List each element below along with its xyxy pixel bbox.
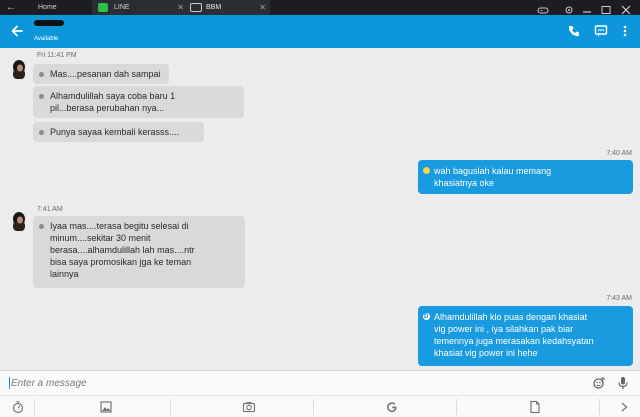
tab-bbm-label: BBM xyxy=(206,4,222,11)
incoming-message[interactable]: Punya sayaa kembali kerasss.... xyxy=(33,122,204,142)
message-timestamp: 7:43 AM xyxy=(606,295,632,302)
message-text: Alhamdulillah klo puas dengan khasiat xyxy=(434,312,588,322)
message-text: Iyaa mas....terasa begitu selesai di xyxy=(50,221,189,231)
outgoing-message[interactable]: wah baguslah kalau memang khasiatnya oke xyxy=(418,160,633,194)
timer-icon[interactable] xyxy=(11,400,25,414)
attachment-toolbar xyxy=(0,395,640,417)
message-text: Mas....pesanan dah sampai xyxy=(50,69,161,79)
tab-line[interactable]: LINE ✕ xyxy=(92,0,188,15)
contact-avatar[interactable] xyxy=(10,210,28,232)
contact-status: Available xyxy=(34,36,59,42)
maximize-icon[interactable] xyxy=(600,2,612,14)
message-timestamp: 7:40 AM xyxy=(606,150,632,157)
message-text: Alhamdulillah saya coba baru 1 xyxy=(50,91,176,101)
message-text: pil...berasa perubahan nya... xyxy=(50,103,165,113)
contact-avatar[interactable] xyxy=(10,58,28,80)
message-text: vig power ini , iya silahkan pak biar xyxy=(434,324,574,334)
message-input[interactable] xyxy=(11,375,571,391)
tab-home[interactable]: Home xyxy=(20,0,92,15)
toolbar-divider xyxy=(34,399,35,415)
delivery-dot-icon xyxy=(39,130,44,135)
window-close-icon[interactable] xyxy=(620,2,632,15)
settings-icon[interactable] xyxy=(563,2,575,14)
file-icon[interactable] xyxy=(528,400,542,414)
toolbar-divider xyxy=(599,399,600,415)
chat-options-icon[interactable] xyxy=(594,24,608,38)
more-vert-icon[interactable] xyxy=(618,24,632,38)
message-composer xyxy=(0,370,640,395)
window-tab-bar: ← Home LINE ✕ BBM ✕ xyxy=(0,0,640,15)
phone-icon[interactable] xyxy=(567,24,581,38)
status-emoji-icon xyxy=(423,167,430,174)
message-list[interactable]: Fri 11:41 PM Mas....pesanan dah sampai A… xyxy=(0,48,640,370)
message-text: khasiatnya oke xyxy=(434,178,495,188)
delivered-d-icon xyxy=(423,311,430,323)
message-timestamp: Fri 11:41 PM xyxy=(37,52,77,59)
delivery-dot-icon xyxy=(39,72,44,77)
toolbar-divider xyxy=(456,399,457,415)
outgoing-message[interactable]: Alhamdulillah klo puas dengan khasiat vi… xyxy=(418,306,633,366)
incoming-message[interactable]: Alhamdulillah saya coba baru 1 pil...ber… xyxy=(33,86,244,118)
message-text: Punya sayaa kembali kerasss.... xyxy=(50,127,180,137)
bbm-app-icon xyxy=(190,3,202,12)
close-icon[interactable]: ✕ xyxy=(259,0,266,15)
gamepad-icon[interactable] xyxy=(537,2,549,14)
camera-icon[interactable] xyxy=(242,400,256,414)
chat-header: Available xyxy=(0,15,640,48)
tab-line-label: LINE xyxy=(114,4,130,11)
delivery-dot-icon xyxy=(39,224,44,229)
message-text: berasa....alhamdulillah lah mas....ntr xyxy=(50,245,195,255)
text-cursor xyxy=(9,377,10,389)
google-icon[interactable] xyxy=(385,400,399,414)
toolbar-divider xyxy=(170,399,171,415)
contact-name-redacted[interactable] xyxy=(34,17,66,27)
chevron-right-icon[interactable] xyxy=(617,400,631,414)
incoming-message[interactable]: Mas....pesanan dah sampai xyxy=(33,64,169,84)
incoming-message[interactable]: Iyaa mas....terasa begitu selesai di min… xyxy=(33,216,245,288)
message-text: minum....sekitar 30 menit xyxy=(50,233,151,243)
back-arrow-icon[interactable] xyxy=(9,23,25,39)
emoji-icon[interactable] xyxy=(592,376,606,390)
delivery-dot-icon xyxy=(39,94,44,99)
close-icon[interactable]: ✕ xyxy=(177,0,184,15)
message-text: temennya juga merasakan kedahsyatan xyxy=(434,336,594,346)
message-timestamp: 7:41 AM xyxy=(37,206,63,213)
message-text: wah baguslah kalau memang xyxy=(434,166,552,176)
window-back-icon[interactable]: ← xyxy=(6,0,16,15)
microphone-icon[interactable] xyxy=(616,376,630,390)
message-text: bisa saya promosikan jga ke teman xyxy=(50,257,192,267)
minimize-icon[interactable] xyxy=(581,2,593,13)
line-app-icon xyxy=(98,3,108,12)
image-icon[interactable] xyxy=(99,400,113,414)
tab-bbm[interactable]: BBM ✕ xyxy=(184,0,270,15)
toolbar-divider xyxy=(313,399,314,415)
message-text: khasiat vig power ini hehe xyxy=(434,348,538,358)
tab-home-label: Home xyxy=(38,4,57,11)
message-text: lainnya xyxy=(50,269,79,279)
